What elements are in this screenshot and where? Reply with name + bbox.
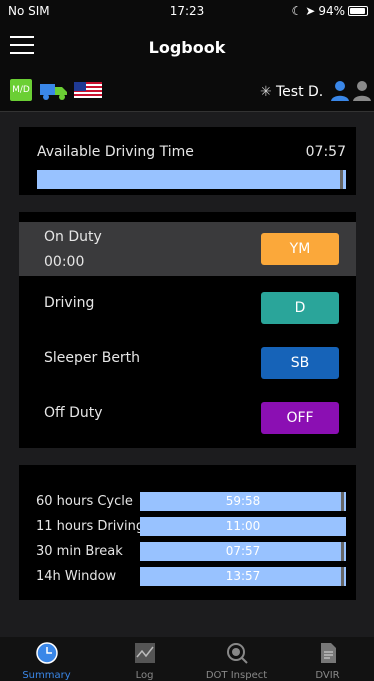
sleeper-button[interactable]: SB bbox=[261, 347, 339, 379]
moon-icon: ☾ bbox=[291, 4, 303, 18]
tab-label-summary: Summary bbox=[22, 670, 71, 681]
cycle-value-14h: 13:57 bbox=[225, 569, 261, 583]
main-content: Available Driving Time 07:57 On Duty 00:… bbox=[0, 112, 374, 637]
tab-log[interactable]: Log bbox=[98, 637, 191, 681]
status-row-on-duty[interactable]: On Duty 00:00 YM bbox=[19, 222, 356, 276]
cycle-row-11h: 11 hours Driving 11:00 bbox=[19, 517, 356, 537]
cycle-row-60h: 60 hours Cycle 59:58 bbox=[19, 492, 356, 512]
tab-label-log: Log bbox=[135, 670, 154, 681]
truck-icon[interactable] bbox=[40, 81, 68, 101]
cycle-label-11h: 11 hours Driving bbox=[36, 519, 145, 534]
clock-icon bbox=[36, 642, 58, 664]
driving-button[interactable]: D bbox=[261, 292, 339, 324]
nav-bar: Logbook bbox=[0, 22, 374, 72]
loading-spinner-icon: ✳ bbox=[260, 84, 272, 100]
available-driving-bar bbox=[37, 170, 346, 189]
available-driving-card: Available Driving Time 07:57 bbox=[19, 127, 356, 195]
document-icon bbox=[321, 643, 336, 663]
status-bar: No SIM 17:23 ☾ ➤ 94% bbox=[0, 0, 374, 22]
status-label-sleeper: Sleeper Berth bbox=[44, 350, 141, 366]
status-label-off-duty: Off Duty bbox=[44, 405, 103, 421]
status-right: ☾ ➤ 94% bbox=[291, 4, 368, 18]
available-driving-value: 07:57 bbox=[305, 144, 346, 160]
cycle-label-14h: 14h Window bbox=[36, 569, 117, 584]
page-title: Logbook bbox=[148, 38, 226, 57]
battery-percent: 94% bbox=[318, 4, 345, 18]
user-blue-icon[interactable] bbox=[330, 80, 350, 102]
cycle-value-60h: 59:58 bbox=[225, 494, 261, 508]
status-label-driving: Driving bbox=[44, 295, 95, 311]
info-bar: M/D ✳ Test D. bbox=[0, 72, 374, 112]
inspect-icon bbox=[227, 643, 248, 664]
cycle-label-break: 30 min Break bbox=[36, 544, 123, 559]
status-label-on-duty: On Duty bbox=[44, 229, 102, 245]
cycle-row-break: 30 min Break 07:57 bbox=[19, 542, 356, 562]
status-row-off-duty[interactable]: Off Duty OFF bbox=[19, 392, 356, 446]
status-row-driving[interactable]: Driving D bbox=[19, 282, 356, 336]
cycle-value-break: 07:57 bbox=[225, 544, 261, 558]
us-flag-icon[interactable] bbox=[74, 82, 102, 98]
user-gray-icon[interactable] bbox=[352, 80, 372, 102]
hours-card: 60 hours Cycle 59:58 11 hours Driving 11… bbox=[19, 465, 356, 600]
cycle-value-11h: 11:00 bbox=[225, 519, 261, 533]
cycle-label-60h: 60 hours Cycle bbox=[36, 494, 133, 509]
duty-status-card: On Duty 00:00 YM Driving D Sleeper Berth… bbox=[19, 212, 356, 448]
available-driving-fill bbox=[37, 170, 343, 189]
cycle-row-14h: 14h Window 13:57 bbox=[19, 567, 356, 587]
available-driving-label: Available Driving Time bbox=[37, 144, 194, 160]
on-duty-timer: 00:00 bbox=[44, 254, 85, 270]
log-chart-icon bbox=[135, 643, 155, 663]
location-arrow-icon: ➤ bbox=[305, 4, 316, 18]
cycle-bar-break: 07:57 bbox=[140, 542, 346, 561]
battery-icon bbox=[348, 6, 368, 16]
md-badge-icon[interactable]: M/D bbox=[10, 79, 32, 101]
tab-label-dot-inspect: DOT Inspect bbox=[205, 670, 268, 681]
off-duty-button[interactable]: OFF bbox=[261, 402, 339, 434]
status-row-sleeper[interactable]: Sleeper Berth SB bbox=[19, 337, 356, 391]
cycle-bar-11h: 11:00 bbox=[140, 517, 346, 536]
tab-label-dvir: DVIR bbox=[315, 670, 340, 681]
cycle-bar-14h: 13:57 bbox=[140, 567, 346, 586]
tab-dvir[interactable]: DVIR bbox=[281, 637, 374, 681]
tab-dot-inspect[interactable]: DOT Inspect bbox=[190, 637, 283, 681]
tab-bar: Summary Log DOT Inspect DVIR bbox=[0, 637, 374, 681]
ym-button[interactable]: YM bbox=[261, 233, 339, 265]
driver-name[interactable]: Test D. bbox=[276, 84, 323, 100]
cycle-bar-60h: 59:58 bbox=[140, 492, 346, 511]
tab-summary[interactable]: Summary bbox=[0, 637, 93, 681]
